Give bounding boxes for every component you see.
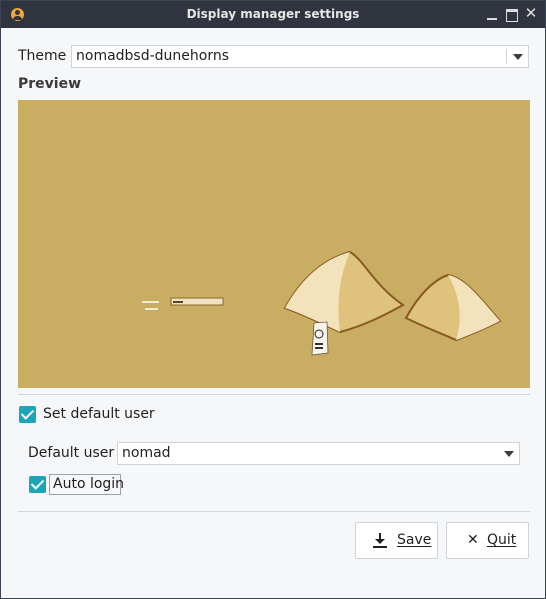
auto-login-checkbox[interactable]	[29, 476, 46, 493]
default-user-select[interactable]: nomad	[117, 442, 520, 465]
set-default-user-label[interactable]: Set default user	[43, 406, 155, 422]
separator	[18, 511, 530, 512]
quit-button-label: Quit	[487, 532, 517, 548]
save-button[interactable]: Save	[355, 522, 438, 559]
set-default-user-checkbox[interactable]	[19, 406, 36, 423]
preview-login-text	[173, 301, 183, 303]
settings-window: Display manager settings ✕ Theme nomadbs…	[0, 0, 546, 599]
theme-select-value: nomadbsd-dunehorns	[76, 48, 230, 64]
theme-preview-image	[18, 100, 530, 388]
close-icon: ✕	[467, 532, 479, 548]
minimize-icon[interactable]	[485, 7, 499, 21]
combo-separator	[506, 49, 507, 64]
tag-text-line-2	[315, 347, 323, 349]
separator	[18, 394, 530, 395]
default-user-label: Default user	[28, 445, 115, 461]
chevron-down-icon[interactable]	[513, 54, 523, 60]
download-icon	[373, 533, 387, 548]
default-user-select-value: nomad	[122, 445, 171, 461]
save-button-label: Save	[397, 532, 432, 548]
theme-label: Theme	[18, 48, 67, 64]
chevron-down-icon[interactable]	[504, 451, 514, 457]
theme-select[interactable]: nomadbsd-dunehorns	[71, 45, 529, 68]
close-icon[interactable]: ✕	[524, 6, 538, 21]
quit-button[interactable]: ✕ Quit	[446, 522, 529, 559]
preview-username-label	[142, 301, 159, 303]
dunehorns-artwork	[142, 250, 502, 356]
titlebar: Display manager settings ✕	[1, 1, 545, 28]
tag-text-line	[315, 343, 323, 345]
nomadbsd-tag	[311, 321, 329, 356]
auto-login-label[interactable]: Auto login	[53, 476, 124, 492]
preview-password-label	[145, 308, 158, 310]
preview-heading: Preview	[18, 76, 82, 92]
window-title: Display manager settings	[186, 7, 360, 21]
maximize-icon[interactable]	[505, 7, 519, 22]
